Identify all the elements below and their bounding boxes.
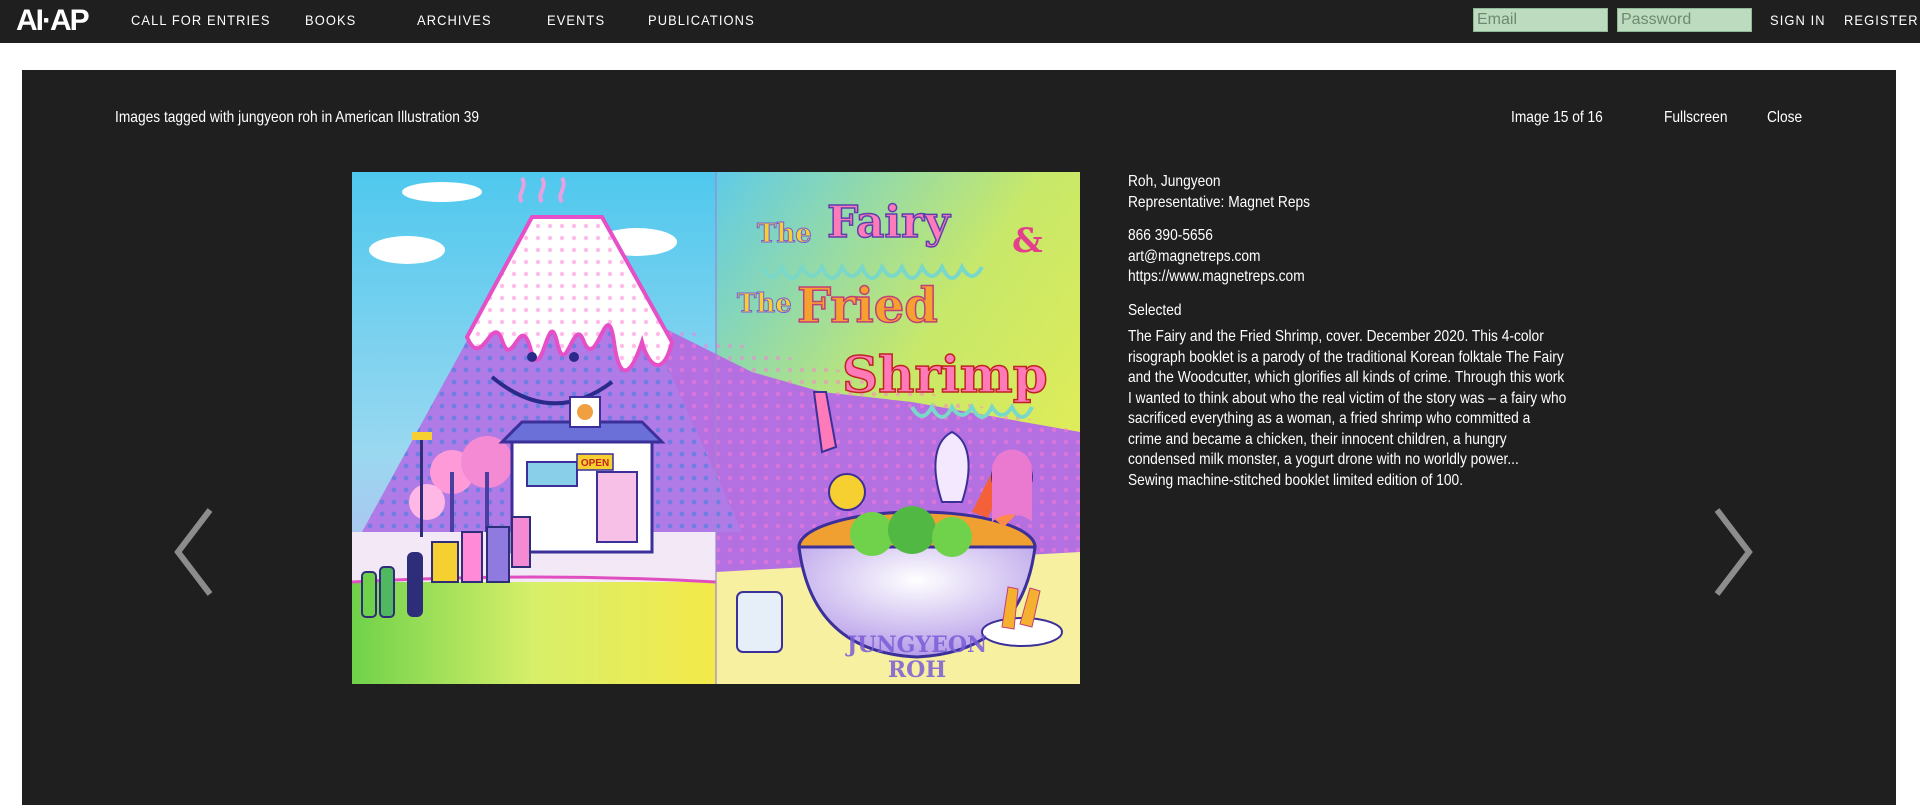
selection-status: Selected [1128,301,1182,319]
nav-call-for-entries[interactable]: CALL FOR ENTRIES [131,0,271,43]
email-input[interactable] [1473,8,1608,32]
artwork-image[interactable]: OPEN The Fairy & The Fried Shrimp JUNGYE… [352,172,1080,684]
svg-text:The: The [737,289,792,319]
lightbox-caption: Images tagged with jungyeon roh in Ameri… [115,109,480,126]
register-link[interactable]: REGISTER [1844,0,1919,43]
svg-text:Fairy: Fairy [827,197,951,248]
svg-text:ROH: ROH [888,657,946,683]
artist-email-link[interactable]: art@magnetreps.com [1128,247,1515,268]
next-image-button[interactable] [1699,502,1759,602]
password-input[interactable] [1617,8,1752,32]
artwork-illustration: OPEN The Fairy & The Fried Shrimp JUNGYE… [352,172,1080,684]
artist-website-link[interactable]: https://www.magnetreps.com [1128,267,1515,288]
sign-in-link[interactable]: SIGN IN [1770,0,1826,43]
artist-name: Roh, Jungyeon [1128,173,1221,190]
svg-text:&: & [1012,221,1043,261]
chevron-right-icon [1714,508,1753,596]
nav-books[interactable]: BOOKS [305,0,356,43]
previous-image-button[interactable] [168,502,228,602]
artist-representative: Representative: Magnet Reps [1128,193,1311,211]
svg-text:Fried: Fried [797,278,938,334]
nav-publications[interactable]: PUBLICATIONS [648,0,755,43]
artist-info-panel: Roh, Jungyeon Representative: Magnet Rep… [1128,172,1578,491]
site-logo[interactable]: AI·AP [16,4,90,38]
nav-events[interactable]: EVENTS [547,0,605,43]
nav-archives[interactable]: ARCHIVES [417,0,492,43]
close-button[interactable]: Close [1767,108,1802,128]
image-lightbox: Images tagged with jungyeon roh in Ameri… [22,70,1896,805]
chevron-left-icon [174,508,213,596]
shop-open-sign: OPEN [581,458,609,469]
svg-text:Shrimp: Shrimp [842,345,1048,404]
svg-text:JUNGYEON: JUNGYEON [845,632,987,658]
top-navigation-bar: AI·AP CALL FOR ENTRIES BOOKS ARCHIVES EV… [0,0,1920,43]
fullscreen-button[interactable]: Fullscreen [1664,108,1727,128]
artwork-description: The Fairy and the Fried Shrimp, cover. D… [1128,328,1567,489]
artist-phone: 866 390-5656 [1128,227,1213,244]
image-counter: Image 15 of 16 [1511,109,1603,126]
svg-text:The: The [757,219,812,249]
